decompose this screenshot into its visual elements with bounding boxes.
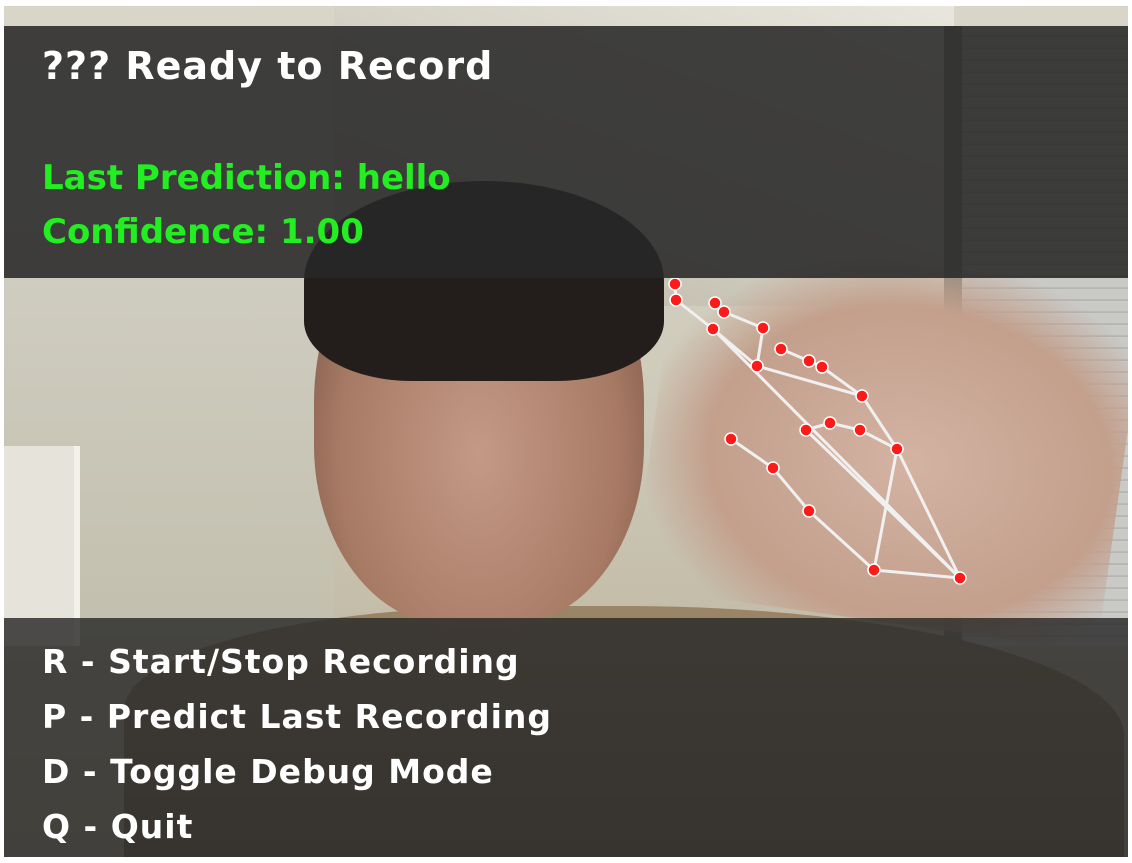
landmark-point (708, 296, 722, 310)
landmark-point (756, 321, 770, 335)
landmark-point (669, 293, 683, 307)
control-hint-debug: D - Toggle Debug Mode (42, 752, 494, 791)
landmark-connection (712, 327, 758, 368)
landmark-point (774, 342, 788, 356)
landmark-point (802, 504, 816, 518)
last-prediction-text: Last Prediction: hello (42, 158, 451, 198)
landmark-connection (730, 437, 774, 470)
landmark-point (953, 571, 967, 585)
landmark-point (766, 461, 780, 475)
landmark-connection (873, 568, 961, 580)
landmark-point (724, 432, 738, 446)
landmark-connection (804, 428, 962, 580)
control-hint-predict: P - Predict Last Recording (42, 697, 553, 736)
landmark-connection (895, 448, 962, 579)
landmark-point (855, 389, 869, 403)
landmark-point (890, 442, 904, 456)
landmark-point (706, 322, 720, 336)
landmark-point (799, 423, 813, 437)
landmark-point (750, 359, 764, 373)
landmark-point (802, 354, 816, 368)
control-hint-quit: Q - Quit (42, 807, 194, 846)
landmark-connection (807, 509, 876, 572)
landmark-point (867, 563, 881, 577)
landmark-point (717, 305, 731, 319)
landmark-connection (675, 298, 714, 331)
confidence-text: Confidence: 1.00 (42, 212, 364, 252)
landmark-point (815, 360, 829, 374)
landmark-point (823, 416, 837, 430)
recording-status-text: ??? Ready to Record (42, 44, 494, 88)
landmark-point (668, 277, 682, 291)
control-hint-record: R - Start/Stop Recording (42, 642, 520, 681)
landmark-connection (756, 364, 863, 398)
camera-feed: ??? Ready to Record Last Prediction: hel… (4, 6, 1128, 857)
landmark-point (853, 423, 867, 437)
landmark-connection (771, 467, 811, 512)
